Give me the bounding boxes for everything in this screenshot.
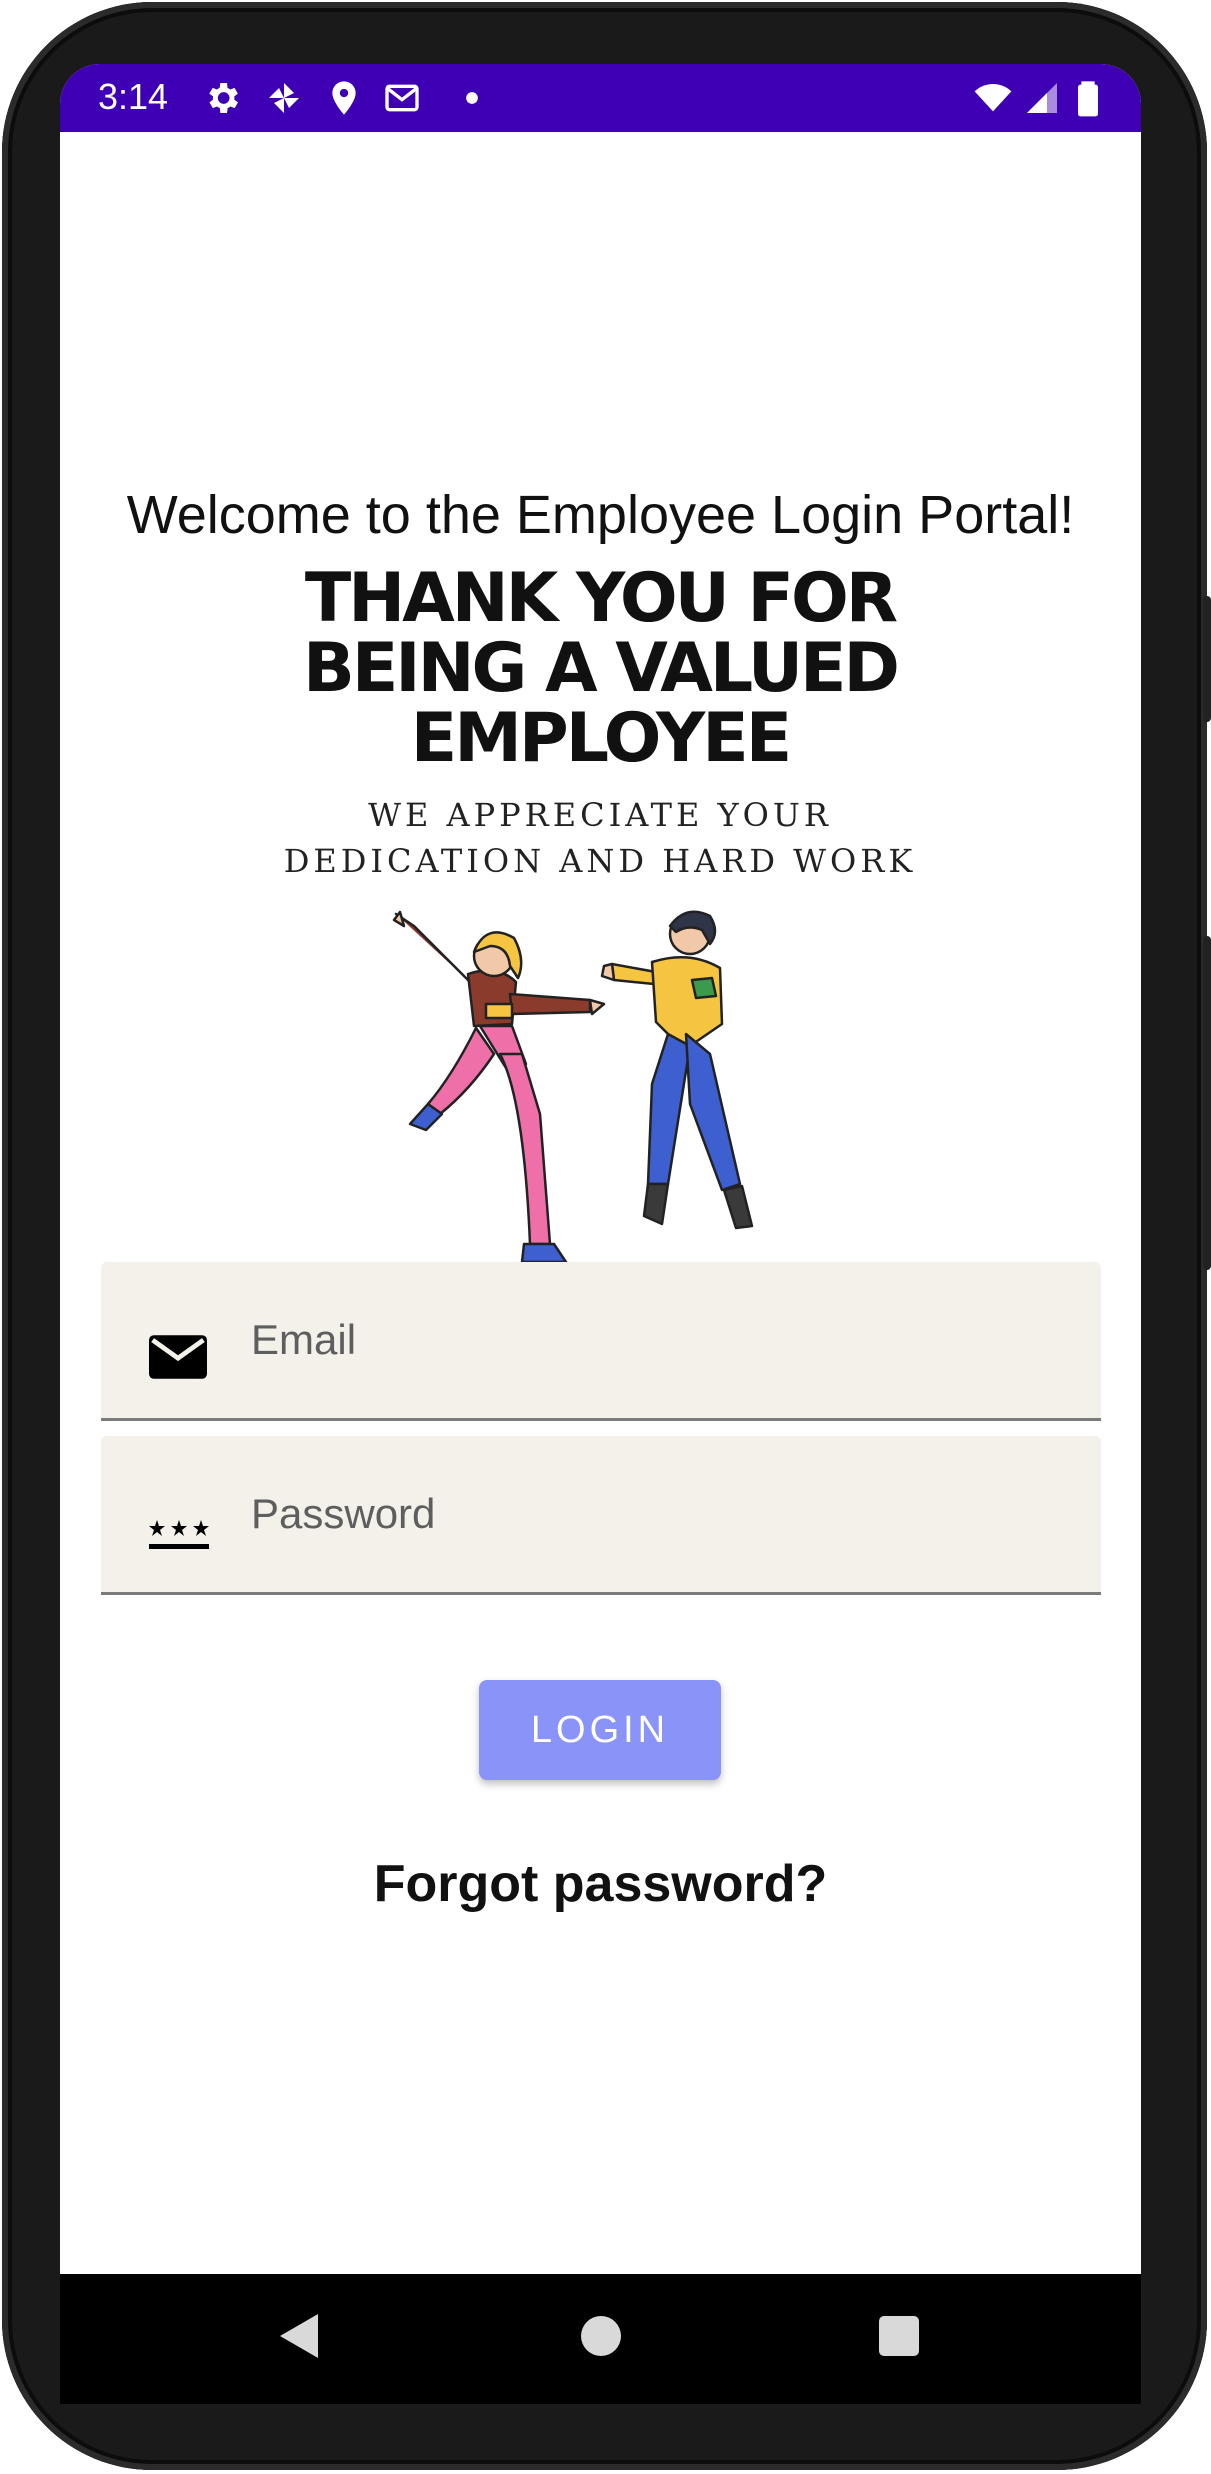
battery-icon <box>1078 81 1098 117</box>
location-pin-icon <box>332 81 356 115</box>
phone-device: 3:14 Welcome to the Employee Login Porta… <box>0 0 1211 2474</box>
forgot-password-link[interactable]: Forgot password? <box>60 1854 1141 1914</box>
password-dots-icon <box>149 1520 209 1549</box>
thank-you-banner: THANK YOU FOR BEING A VALUED EMPLOYEE WE… <box>260 564 940 884</box>
app-screen: 3:14 Welcome to the Employee Login Porta… <box>60 64 1141 2274</box>
banner-subtext: WE APPRECIATE YOUR DEDICATION AND HARD W… <box>283 796 917 880</box>
login-button[interactable]: LOGIN <box>479 1680 721 1780</box>
navigation-bar <box>60 2274 1141 2404</box>
status-bar: 3:14 <box>60 64 1141 132</box>
back-triangle-icon[interactable] <box>276 2310 322 2362</box>
gear-icon <box>209 83 238 113</box>
notification-dot-icon <box>466 92 478 104</box>
status-time: 3:14 <box>98 76 169 117</box>
dancing-man-figure <box>600 910 754 1230</box>
pinwheel-icon <box>269 83 299 113</box>
email-input[interactable] <box>251 1312 1071 1368</box>
wifi-icon <box>974 84 1012 112</box>
gmail-icon <box>385 84 419 112</box>
power-button <box>1203 596 1211 722</box>
recents-square-icon[interactable] <box>876 2310 922 2362</box>
cell-signal-icon <box>1027 83 1057 113</box>
volume-button <box>1203 936 1211 1270</box>
banner-headline: THANK YOU FOR BEING A VALUED EMPLOYEE <box>303 559 900 778</box>
password-field[interactable] <box>101 1436 1101 1595</box>
email-field[interactable] <box>101 1262 1101 1421</box>
welcome-title: Welcome to the Employee Login Portal! <box>126 485 1075 545</box>
envelope-icon <box>149 1335 207 1379</box>
password-input[interactable] <box>251 1486 1071 1542</box>
home-circle-icon[interactable] <box>578 2310 624 2362</box>
dancing-woman-figure <box>392 910 606 1264</box>
